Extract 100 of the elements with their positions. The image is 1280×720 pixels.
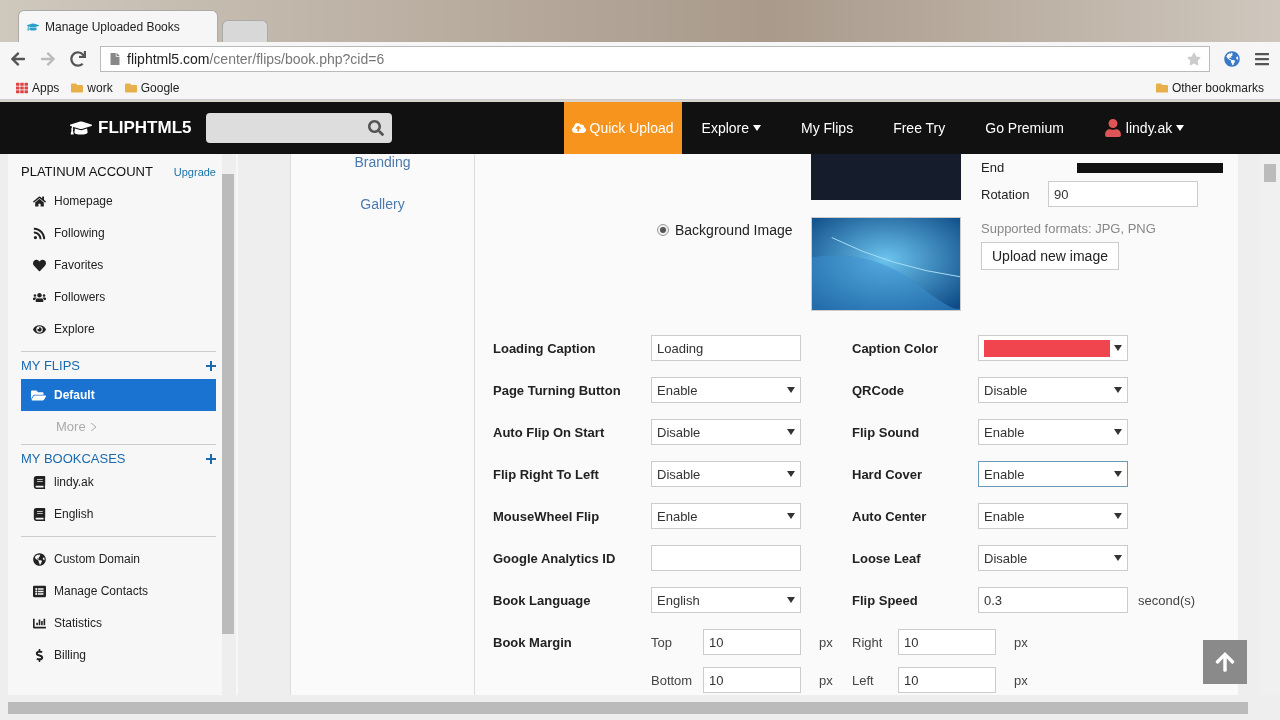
plus-icon[interactable] xyxy=(206,453,216,464)
field-label: MouseWheel Flip xyxy=(493,508,601,524)
scrollbar-thumb[interactable] xyxy=(1264,164,1276,182)
upgrade-link[interactable]: Upgrade xyxy=(173,165,216,178)
text-field[interactable]: Loading xyxy=(651,335,801,361)
sidebar-item[interactable]: Favorites xyxy=(21,249,216,281)
sidebar-item[interactable]: Homepage xyxy=(21,185,216,217)
field-label: Book Language xyxy=(493,592,592,608)
sidebar-item[interactable]: Explore xyxy=(21,313,216,345)
folder-icon xyxy=(71,81,84,94)
field-label: QRCode xyxy=(852,382,905,398)
text-field[interactable]: 10 xyxy=(898,667,996,693)
address-bar[interactable]: fliphtml5.com/center/flips/book.php?cid=6 xyxy=(100,46,1210,72)
books-icon xyxy=(33,475,46,489)
select-field[interactable]: English xyxy=(651,587,801,613)
sidebar-item[interactable]: Custom Domain xyxy=(21,543,216,575)
hint-text: Supported formats: JPG, PNG xyxy=(981,221,1156,236)
bookmark-link[interactable]: Other bookmarks xyxy=(1171,80,1264,95)
text-field[interactable]: 10 xyxy=(703,667,801,693)
reload-icon[interactable] xyxy=(70,51,86,67)
field-label: Loose Leaf xyxy=(852,550,922,566)
bookmark-link[interactable]: Google xyxy=(140,80,180,95)
account-label: PLATINUM ACCOUNT xyxy=(21,164,153,179)
list-icon xyxy=(33,584,46,598)
caret-icon xyxy=(1114,471,1122,477)
select-field[interactable]: Disable xyxy=(978,545,1128,571)
browser-tab[interactable]: Manage Uploaded Books xyxy=(18,10,218,42)
nav-menu[interactable]: Explore xyxy=(681,102,781,154)
caret-icon xyxy=(1114,387,1122,393)
subnav-link[interactable]: Branding xyxy=(354,154,411,170)
upload-button[interactable]: Upload new image xyxy=(981,242,1119,270)
arrow-up-icon xyxy=(1214,651,1236,673)
select-field[interactable]: Disable xyxy=(978,377,1128,403)
section-title: MY FLIPS xyxy=(21,358,80,373)
field-label: Flip Sound xyxy=(852,424,921,440)
select-field[interactable]: Enable xyxy=(651,503,801,529)
nav-link[interactable]: Free Try xyxy=(873,102,966,154)
field-label: Bottom xyxy=(651,672,694,688)
sidebar-item[interactable]: Default xyxy=(21,379,216,411)
globe-icon xyxy=(33,552,46,566)
rss-icon xyxy=(33,226,46,240)
bookmark-link[interactable]: work xyxy=(87,80,113,95)
url-text: fliphtml5.com/center/flips/book.php?cid=6 xyxy=(127,51,385,67)
scrollbar-thumb[interactable] xyxy=(222,174,234,634)
sidebar-item[interactable]: lindy.ak xyxy=(21,466,216,498)
caret-icon xyxy=(1114,345,1122,351)
search-field[interactable] xyxy=(205,113,392,143)
scrollbar-thumb[interactable] xyxy=(8,701,1248,714)
unit-label: px xyxy=(1013,634,1029,650)
unit-label: px xyxy=(818,634,834,650)
caret-icon xyxy=(1114,555,1122,561)
select-field[interactable]: Disable xyxy=(651,419,801,445)
field-label: Google Analytics ID xyxy=(493,550,617,566)
home-icon xyxy=(33,194,46,208)
sidebar-item[interactable]: Statistics xyxy=(21,607,216,639)
site-logo[interactable]: FLIPHTML5 xyxy=(70,117,192,139)
eye-icon xyxy=(33,322,46,336)
bookmark-link[interactable]: Apps xyxy=(32,80,60,95)
folder-icon xyxy=(124,81,137,94)
text-field[interactable] xyxy=(651,545,801,571)
caret-icon xyxy=(787,387,795,393)
field-label: Right xyxy=(852,634,884,650)
folder-icon xyxy=(1155,81,1168,94)
back-to-top-button[interactable] xyxy=(1203,640,1247,684)
plus-icon[interactable] xyxy=(206,360,216,371)
cloud-icon xyxy=(571,121,586,135)
user-menu[interactable]: lindy.ak xyxy=(1083,102,1205,154)
sidebar-item[interactable]: Manage Contacts xyxy=(21,575,216,607)
globe-icon[interactable] xyxy=(1224,51,1240,67)
avatar-icon xyxy=(1103,119,1122,137)
field-label: Page Turning Button xyxy=(493,382,622,398)
dollar-icon xyxy=(33,648,46,662)
bar-chart-icon xyxy=(33,616,46,630)
cap-icon xyxy=(27,20,39,33)
select-field[interactable]: Disable xyxy=(651,461,801,487)
sidebar-item[interactable]: Followers xyxy=(21,281,216,313)
menu-icon[interactable] xyxy=(1254,51,1270,67)
select-field[interactable]: Enable xyxy=(978,419,1128,445)
color-picker[interactable] xyxy=(978,335,1128,361)
nav-link[interactable]: Go Premium xyxy=(965,102,1084,154)
sidebar-item[interactable]: Billing xyxy=(21,639,216,671)
field-label: Loading Caption xyxy=(493,340,597,356)
text-field[interactable]: 90 xyxy=(1048,181,1198,207)
select-field[interactable]: Enable xyxy=(651,377,801,403)
select-field[interactable]: Enable xyxy=(978,461,1128,487)
text-field[interactable]: 10 xyxy=(703,629,801,655)
caret-icon xyxy=(787,597,795,603)
star-icon[interactable] xyxy=(1187,52,1201,66)
back-icon[interactable] xyxy=(10,51,26,67)
text-field[interactable]: 0.3 xyxy=(978,587,1128,613)
unit-label: second(s) xyxy=(1137,592,1197,608)
subnav-link[interactable]: Gallery xyxy=(360,196,405,212)
sidebar-item[interactable]: Following xyxy=(21,217,216,249)
select-field[interactable]: Enable xyxy=(978,503,1128,529)
radio-option[interactable]: Background Image xyxy=(657,221,811,239)
caret-icon xyxy=(787,513,795,519)
nav-link[interactable]: My Flips xyxy=(781,102,874,154)
sidebar-item[interactable]: English xyxy=(21,498,216,530)
caret-icon xyxy=(753,125,761,131)
text-field[interactable]: 10 xyxy=(898,629,996,655)
